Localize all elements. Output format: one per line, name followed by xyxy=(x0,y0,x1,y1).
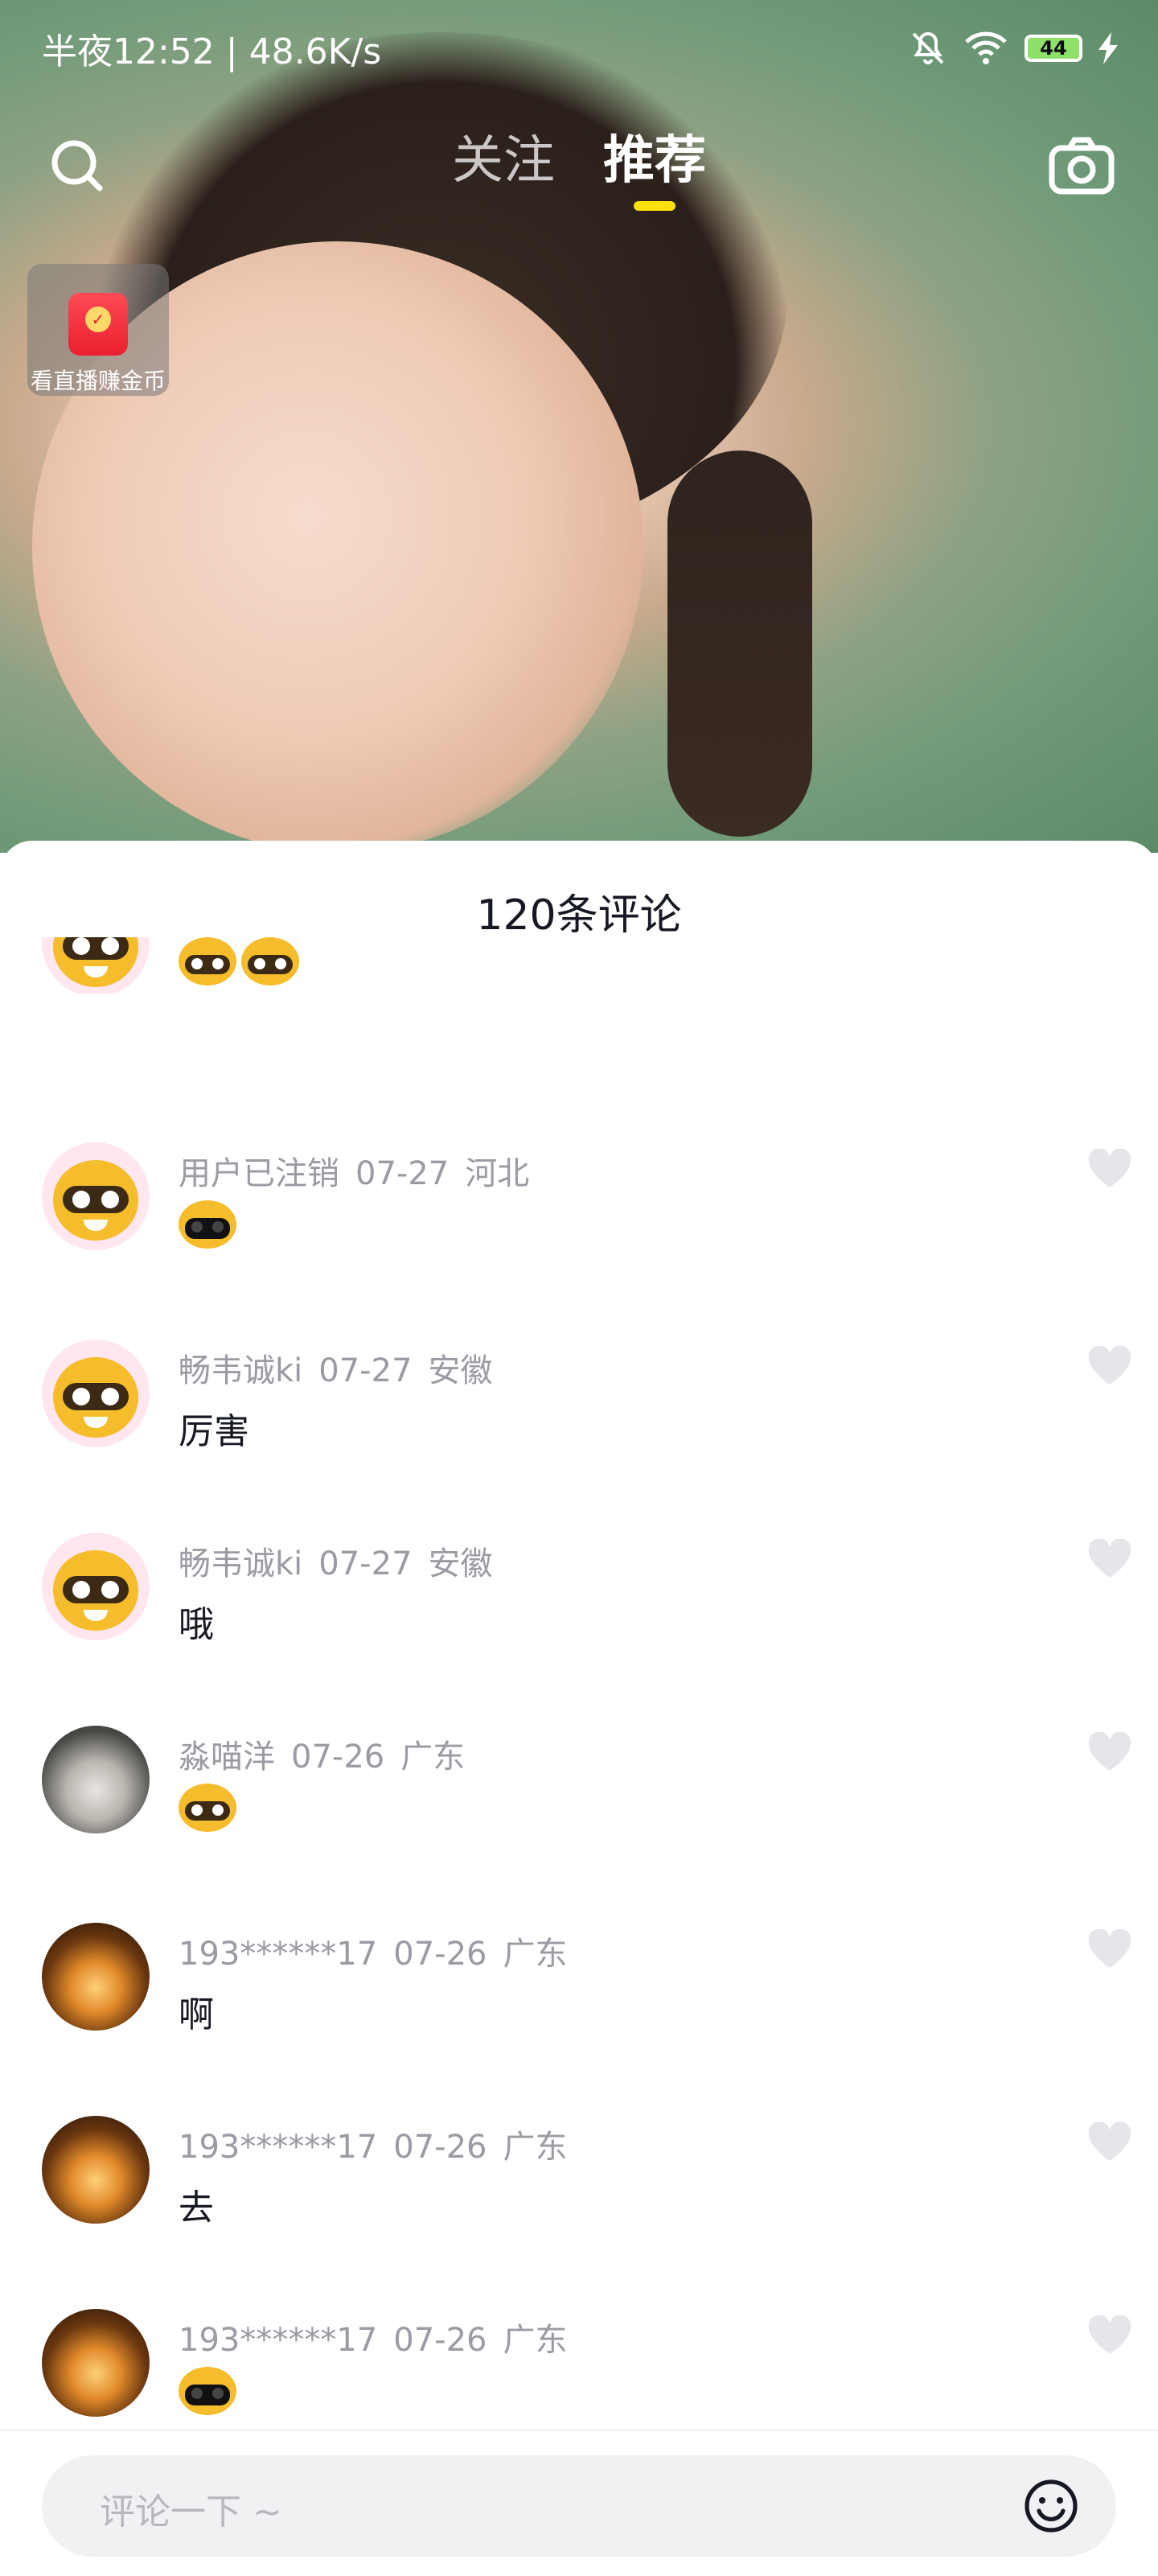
comment-location: 安徽 xyxy=(428,1352,493,1389)
comment-username[interactable]: 193******17 xyxy=(179,2322,377,2359)
sunglasses-raccoon-emoji xyxy=(179,2367,236,2415)
emoji-row xyxy=(179,937,299,986)
comment-meta: 193******17 07-26 广东 xyxy=(179,2121,583,2167)
like-heart-icon[interactable] xyxy=(1087,1538,1132,1579)
comment-date: 07-27 xyxy=(318,1545,413,1582)
emoji-row xyxy=(179,2367,236,2415)
comment-username[interactable]: 193******17 xyxy=(179,1936,377,1973)
comment-item[interactable]: 193******17 07-26 广东 啊 xyxy=(0,1923,1158,2084)
tab-recommended[interactable]: 推荐 xyxy=(602,129,708,193)
comment-date: 07-27 xyxy=(355,1155,450,1192)
shocked-raccoon-emoji xyxy=(179,1784,236,1832)
comment-item[interactable]: 193******17 07-26 广东 去 xyxy=(0,2116,1158,2277)
sunglasses-raccoon-emoji xyxy=(179,1200,236,1249)
tab-following[interactable]: 关注 xyxy=(450,129,556,193)
comment-meta: 畅韦诚ki 07-27 安徽 xyxy=(179,1344,509,1391)
comment-text: 哦 xyxy=(179,1604,214,1645)
comment-date: 07-26 xyxy=(393,2129,487,2166)
comment-meta: 畅韦诚ki 07-27 安徽 xyxy=(179,1537,509,1584)
like-heart-icon[interactable] xyxy=(1087,1731,1132,1772)
comments-sheet: 120条评论 用户已注销 07-27 河北 畅韦诚ki 07-27 安徽 厉害 … xyxy=(0,841,1158,2574)
shocked-raccoon-emoji xyxy=(241,937,299,986)
comment-username[interactable]: 用户已注销 xyxy=(179,1155,339,1192)
comment-text: 啊 xyxy=(179,1994,214,2035)
charging-bolt-icon xyxy=(1098,32,1119,64)
red-packet-icon xyxy=(68,293,128,356)
video-frame-braid xyxy=(667,451,812,837)
status-bar: 半夜12:52 | 48.6K/s 44 xyxy=(0,0,1158,97)
search-icon[interactable] xyxy=(45,134,109,198)
live-badge-label: 看直播赚金币 xyxy=(30,368,166,394)
like-heart-icon[interactable] xyxy=(1087,1928,1132,1969)
comment-item[interactable]: 用户已注销 07-27 河北 xyxy=(0,1142,1158,1303)
comment-meta: 淼喵洋 07-26 广东 xyxy=(179,1730,481,1777)
mute-bell-icon xyxy=(909,29,947,68)
comments-count-title: 120条评论 xyxy=(476,891,682,940)
comment-date: 07-27 xyxy=(318,1352,413,1389)
comment-username[interactable]: 畅韦诚ki xyxy=(179,1352,302,1389)
comment-input-bar: 评论一下 ~ xyxy=(0,2430,1158,2576)
comment-date: 07-26 xyxy=(291,1739,385,1776)
comment-date: 07-26 xyxy=(393,1936,487,1973)
shocked-raccoon-emoji xyxy=(179,937,236,986)
comment-location: 广东 xyxy=(503,1936,568,1973)
emoji-icon[interactable] xyxy=(1021,2476,1081,2536)
status-icons: 44 xyxy=(909,29,1119,68)
comment-username[interactable]: 193******17 xyxy=(179,2129,377,2166)
comment-date: 07-26 xyxy=(393,2322,487,2359)
comment-location: 广东 xyxy=(503,2129,568,2166)
comment-item[interactable]: 畅韦诚ki 07-27 安徽 厉害 xyxy=(0,1339,1158,1500)
avatar[interactable] xyxy=(42,1533,150,1640)
status-time-speed: 半夜12:52 | 48.6K/s xyxy=(42,31,382,72)
like-heart-icon[interactable] xyxy=(1087,2121,1132,2162)
comment-location: 河北 xyxy=(465,1155,530,1192)
comment-location: 广东 xyxy=(400,1739,466,1776)
comment-location: 广东 xyxy=(503,2322,568,2359)
comment-input[interactable]: 评论一下 ~ xyxy=(42,2455,1116,2557)
emoji-row xyxy=(179,1200,236,1249)
comment-meta: 193******17 07-26 广东 xyxy=(179,2314,583,2360)
avatar[interactable] xyxy=(42,1923,150,2031)
avatar[interactable] xyxy=(42,1142,150,1250)
comment-username[interactable]: 畅韦诚ki xyxy=(179,1545,302,1582)
watch-live-earn-coins-button[interactable]: 看直播赚金币 xyxy=(27,264,169,396)
like-heart-icon[interactable] xyxy=(1087,1148,1132,1189)
avatar xyxy=(42,937,150,994)
comment-item[interactable]: 淼喵洋 07-26 广东 xyxy=(0,1726,1158,1887)
like-heart-icon[interactable] xyxy=(1087,2315,1132,2356)
comment-input-placeholder: 评论一下 ~ xyxy=(100,2492,282,2533)
camera-icon[interactable] xyxy=(1045,134,1118,198)
like-heart-icon[interactable] xyxy=(1087,1345,1132,1386)
top-navigation: 关注 推荐 xyxy=(0,121,1158,209)
avatar[interactable] xyxy=(42,2116,150,2224)
emoji-row xyxy=(179,1784,236,1832)
avatar[interactable] xyxy=(42,1726,150,1833)
wifi-icon xyxy=(963,31,1008,66)
feed-tabs: 关注 推荐 xyxy=(450,129,708,209)
battery-icon: 44 xyxy=(1025,35,1082,62)
comment-item[interactable]: 畅韦诚ki 07-27 安徽 哦 xyxy=(0,1533,1158,1693)
comment-meta: 193******17 07-26 广东 xyxy=(179,1928,583,1974)
comment-meta: 用户已注销 07-27 河北 xyxy=(179,1147,545,1194)
comment-username[interactable]: 淼喵洋 xyxy=(179,1739,275,1776)
comment-location: 安徽 xyxy=(428,1545,493,1582)
avatar[interactable] xyxy=(42,2309,150,2417)
partial-comment-row xyxy=(0,937,1158,994)
comment-text: 厉害 xyxy=(179,1411,249,1452)
avatar[interactable] xyxy=(42,1339,150,1447)
comment-text: 去 xyxy=(179,2187,214,2228)
